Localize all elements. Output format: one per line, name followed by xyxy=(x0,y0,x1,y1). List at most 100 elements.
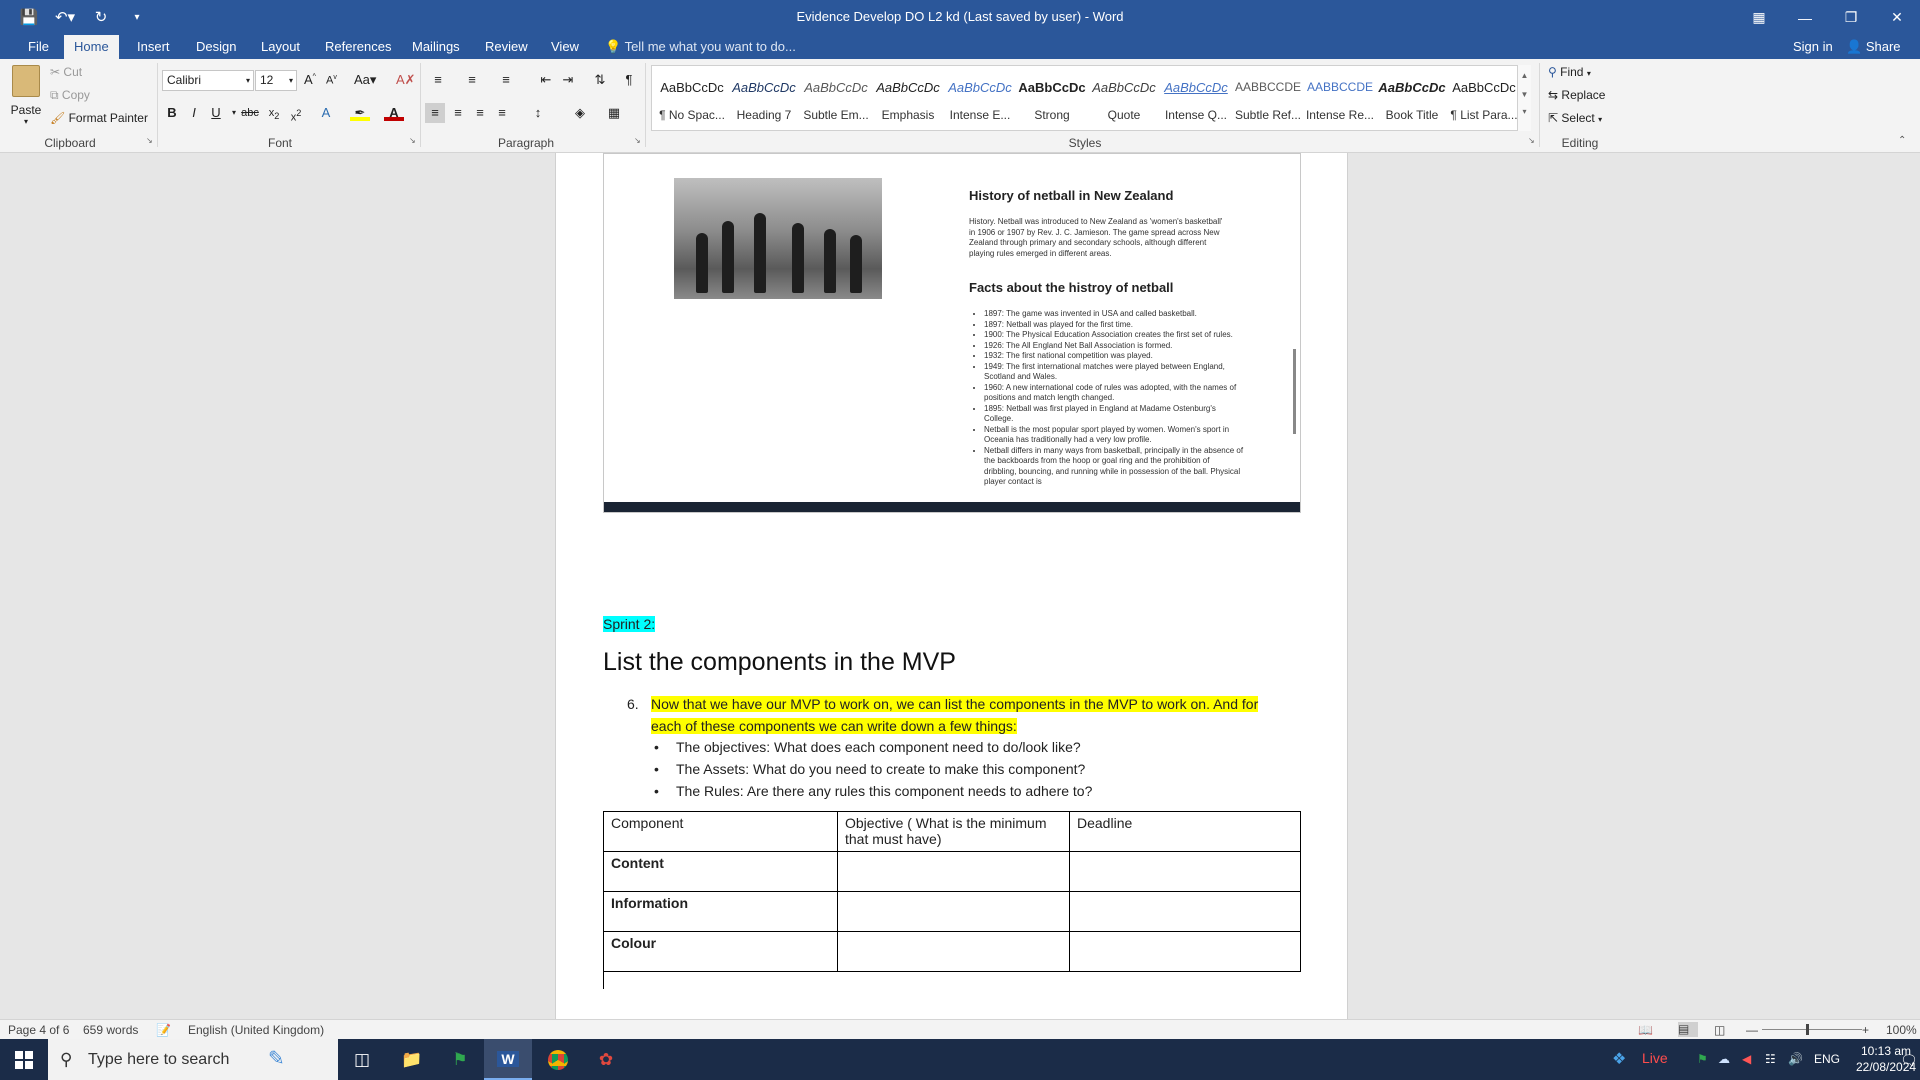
replace-button[interactable]: ⇆ Replace xyxy=(1548,88,1605,102)
zoom-slider[interactable] xyxy=(1762,1029,1862,1030)
show-formatting-marks-icon[interactable]: ¶ xyxy=(619,70,639,90)
font-size-select[interactable]: 12 ▾ xyxy=(255,70,297,91)
page-count[interactable]: Page 4 of 6 xyxy=(8,1023,69,1037)
italic-icon[interactable]: I xyxy=(184,103,204,123)
print-layout-icon[interactable]: ▤ xyxy=(1678,1022,1698,1037)
table-cell[interactable] xyxy=(837,851,1070,892)
table-cell[interactable]: Colour xyxy=(603,931,838,972)
tell-me-box[interactable]: 💡 Tell me what you want to do... xyxy=(605,35,796,59)
collapse-ribbon-icon[interactable]: ⌃ xyxy=(1898,135,1906,146)
align-left-icon[interactable]: ≡ xyxy=(425,103,445,123)
align-center-icon[interactable]: ≡ xyxy=(448,103,468,123)
table-cell[interactable]: Information xyxy=(603,891,838,932)
word-count[interactable]: 659 words xyxy=(83,1023,138,1037)
style-emphasis[interactable]: AaBbCcDc Emphasis xyxy=(872,66,944,130)
sign-in-link[interactable]: Sign in xyxy=(1793,35,1833,59)
zoom-level[interactable]: 100% xyxy=(1886,1023,1917,1037)
web-layout-icon[interactable]: ◫ xyxy=(1714,1023,1725,1037)
style-intense-quote[interactable]: AaBbCcDc Intense Q... xyxy=(1160,66,1232,130)
highlight-color-icon[interactable]: ✒ xyxy=(350,103,370,121)
proofing-icon[interactable]: 📝 xyxy=(156,1023,171,1037)
live-label[interactable]: Live xyxy=(1642,1050,1668,1066)
document-page[interactable]: History of netball in New Zealand Histor… xyxy=(555,153,1348,1019)
underline-icon[interactable]: U xyxy=(206,103,226,123)
line-spacing-icon[interactable]: ↕ xyxy=(528,103,548,123)
task-view-icon[interactable]: ◫ xyxy=(338,1039,386,1080)
embedded-screenshot[interactable]: History of netball in New Zealand Histor… xyxy=(603,153,1301,513)
subscript-icon[interactable]: x2 xyxy=(264,103,284,123)
weather-icon[interactable]: ❖ xyxy=(1612,1049,1626,1069)
table-cell[interactable] xyxy=(1069,851,1301,892)
share-button[interactable]: 👤 Share xyxy=(1846,35,1901,59)
table-cell[interactable] xyxy=(1069,931,1301,972)
chevron-down-icon[interactable]: ▼ xyxy=(1518,90,1531,99)
font-color-icon[interactable]: A xyxy=(384,103,404,121)
read-mode-icon[interactable]: 📖 xyxy=(1638,1023,1653,1037)
tab-references[interactable]: References xyxy=(315,35,401,59)
zoom-slider-thumb[interactable] xyxy=(1806,1024,1809,1035)
app-icon[interactable]: ⚑ xyxy=(436,1039,484,1080)
shrink-font-icon[interactable]: Av xyxy=(326,74,337,87)
justify-icon[interactable]: ≡ xyxy=(492,103,512,123)
windows-start-icon[interactable] xyxy=(0,1039,48,1080)
table-cell[interactable] xyxy=(837,891,1070,932)
tab-home[interactable]: Home xyxy=(64,35,119,59)
minimize-icon[interactable]: — xyxy=(1782,0,1828,35)
style-list-paragraph[interactable]: AaBbCcDc ¶ List Para... xyxy=(1448,66,1520,130)
find-button[interactable]: ⚲ Find ▾ xyxy=(1548,65,1591,79)
style-strong[interactable]: AaBbCcDc Strong xyxy=(1016,66,1088,130)
table-header-cell[interactable]: Objective ( What is the minimum that mus… xyxy=(837,811,1070,852)
close-icon[interactable]: ✕ xyxy=(1874,0,1920,35)
paragraph-launcher-icon[interactable]: ↘ xyxy=(634,136,641,145)
increase-indent-icon[interactable]: ⇥ xyxy=(558,70,578,90)
language[interactable]: English (United Kingdom) xyxy=(188,1023,324,1037)
sort-icon[interactable]: ⇅ xyxy=(590,70,610,90)
style-intense-reference[interactable]: AABBCCDE Intense Re... xyxy=(1304,66,1376,130)
table-cell[interactable]: Content xyxy=(603,851,838,892)
paste-dropdown-icon[interactable]: ▾ xyxy=(10,117,42,126)
more-styles-icon[interactable]: ▾ xyxy=(1518,107,1531,116)
styles-scroll[interactable]: ▲ ▼ ▾ xyxy=(1517,65,1531,131)
tab-layout[interactable]: Layout xyxy=(251,35,310,59)
network-icon[interactable]: ☷ xyxy=(1765,1052,1776,1066)
font-family-select[interactable]: Calibri ▾ xyxy=(162,70,254,91)
text-effects-icon[interactable]: A xyxy=(316,103,336,123)
chrome-icon[interactable] xyxy=(534,1039,582,1080)
app-icon[interactable]: ✿ xyxy=(582,1039,630,1080)
tab-insert[interactable]: Insert xyxy=(127,35,180,59)
tab-view[interactable]: View xyxy=(541,35,589,59)
tab-file[interactable]: File xyxy=(18,35,59,59)
table-cell[interactable] xyxy=(837,931,1070,972)
language-indicator[interactable]: ENG xyxy=(1814,1052,1840,1066)
notification-icon[interactable]: ◀ xyxy=(1742,1052,1751,1066)
styles-launcher-icon[interactable]: ↘ xyxy=(1528,136,1535,145)
tab-design[interactable]: Design xyxy=(186,35,246,59)
bold-icon[interactable]: B xyxy=(162,103,182,123)
paste-button[interactable]: Paste ▾ xyxy=(10,65,42,126)
volume-icon[interactable]: 🔊 xyxy=(1788,1052,1803,1066)
bullets-icon[interactable]: ≡ xyxy=(428,70,448,90)
taskbar-search-box[interactable]: ⚲ Type here to search ✎ xyxy=(48,1039,338,1080)
word-taskbar-icon[interactable]: W xyxy=(484,1039,532,1080)
style-heading-7[interactable]: AaBbCcDc Heading 7 xyxy=(728,66,800,130)
decrease-indent-icon[interactable]: ⇤ xyxy=(536,70,556,90)
file-explorer-icon[interactable]: 📁 xyxy=(388,1039,436,1080)
numbering-icon[interactable]: ≡ xyxy=(462,70,482,90)
zoom-out-icon[interactable]: — xyxy=(1746,1023,1758,1037)
action-center-icon[interactable]: 🗨 xyxy=(1900,1052,1918,1069)
superscript-icon[interactable]: x2 xyxy=(286,103,306,124)
strikethrough-icon[interactable]: abc xyxy=(240,103,260,123)
style-book-title[interactable]: AaBbCcDc Book Title xyxy=(1376,66,1448,130)
table-header-cell[interactable]: Component xyxy=(603,811,838,852)
format-painter-button[interactable]: 🖌 Format Painter xyxy=(50,111,148,125)
shading-icon[interactable]: ◈ xyxy=(570,103,590,123)
table-header-cell[interactable]: Deadline xyxy=(1069,811,1301,852)
align-right-icon[interactable]: ≡ xyxy=(470,103,490,123)
restore-icon[interactable]: ❐ xyxy=(1828,0,1874,35)
tab-review[interactable]: Review xyxy=(475,35,538,59)
clear-formatting-icon[interactable]: A✗ xyxy=(396,72,416,88)
style-subtle-emphasis[interactable]: AaBbCcDc Subtle Em... xyxy=(800,66,872,130)
font-launcher-icon[interactable]: ↘ xyxy=(409,136,416,145)
grow-font-icon[interactable]: A^ xyxy=(304,72,316,87)
change-case-icon[interactable]: Aa▾ xyxy=(354,72,376,88)
